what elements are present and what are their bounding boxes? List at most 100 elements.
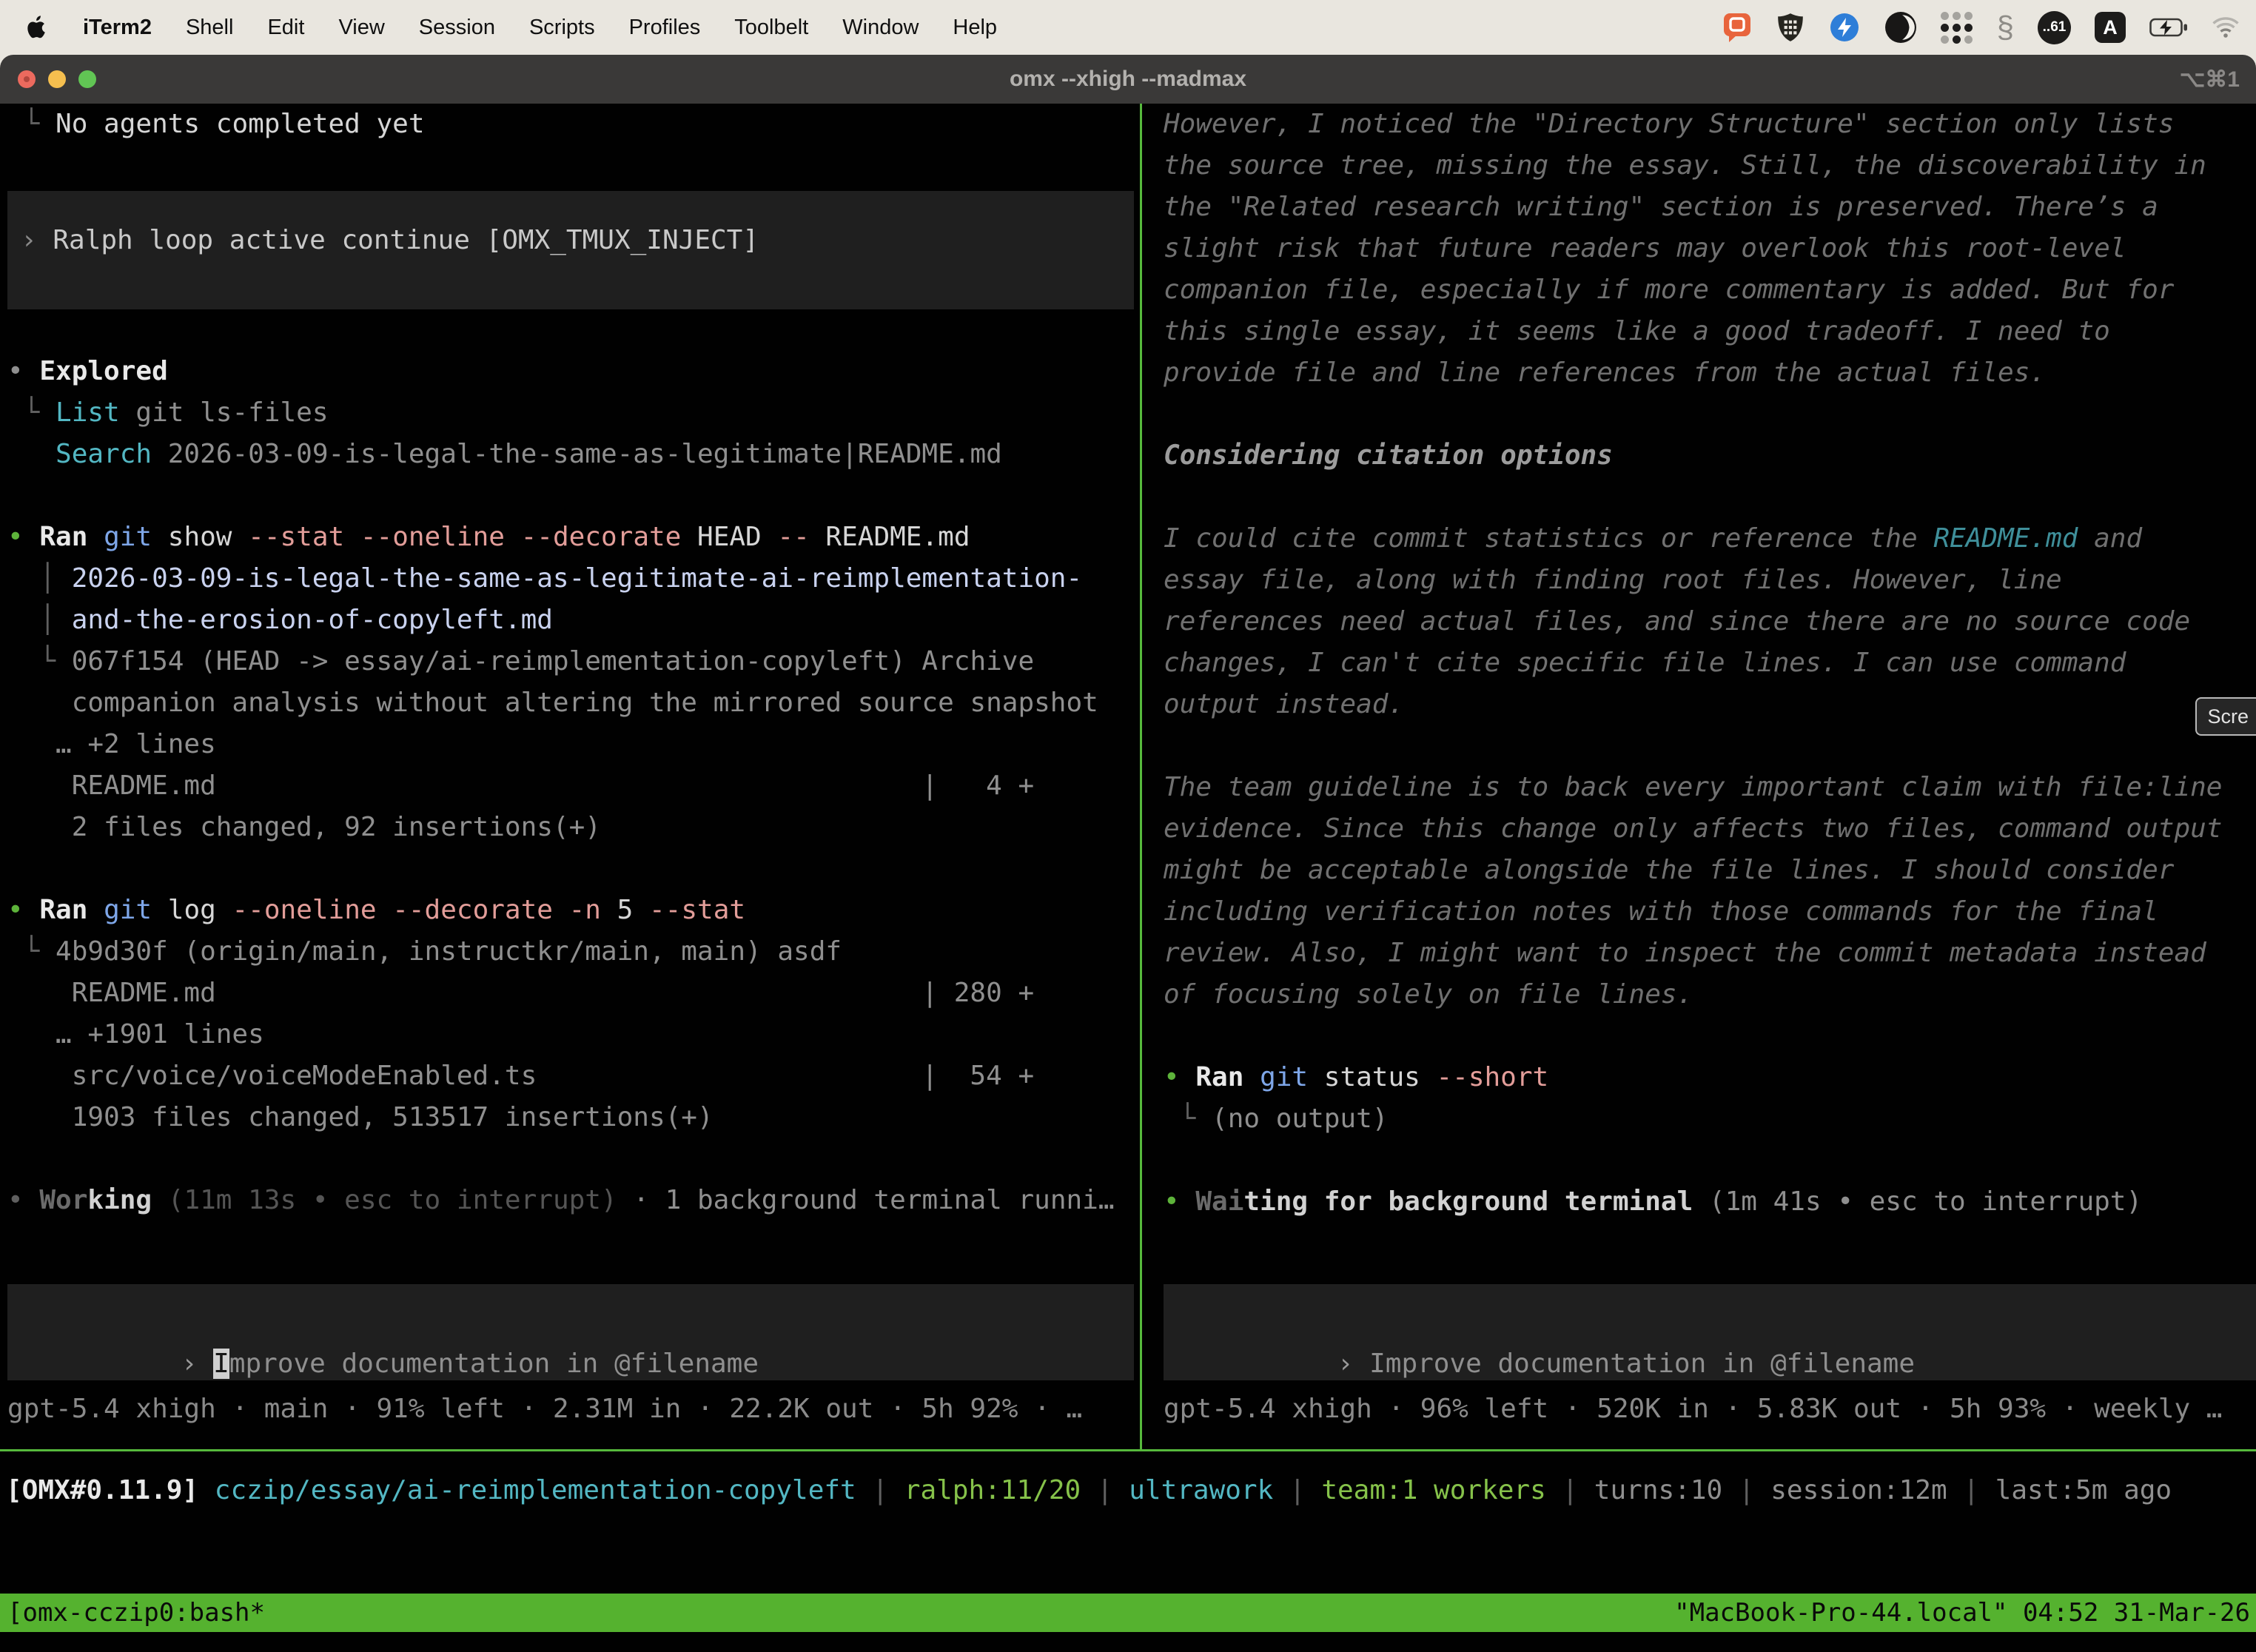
terminal-line: companion analysis without altering the … — [7, 682, 1140, 724]
menu-item-help[interactable]: Help — [953, 16, 997, 40]
terminal-line: └ 4b9d30f (origin/main, instructkr/main,… — [7, 931, 1140, 973]
terminal-line — [7, 1138, 1140, 1180]
left-prompt-input[interactable]: › Improve documentation in @filename — [7, 1284, 1134, 1380]
terminal-line: However, I noticed the "Directory Struct… — [1164, 104, 2256, 145]
macos-menu-bar: iTerm2 Shell Edit View Session Scripts Profile… — [0, 0, 2256, 55]
prompt-chevron: › — [1337, 1349, 1369, 1379]
menu-item-toolbelt[interactable]: Toolbelt — [734, 16, 808, 40]
terminal-line — [7, 848, 1140, 890]
terminal-line: review. Also, I might want to inspect th… — [1164, 933, 2256, 974]
terminal-line — [7, 475, 1140, 517]
terminal-line: README.md | 280 + — [7, 973, 1140, 1014]
battery-percent-badge-icon[interactable]: ..61 — [2038, 11, 2071, 44]
menu-item-view[interactable]: View — [338, 16, 384, 40]
menu-item-window[interactable]: Window — [842, 16, 919, 40]
terminal-line: output instead. — [1164, 684, 2256, 725]
terminal-line: I could cite commit statistics or refere… — [1164, 518, 2256, 560]
terminal-line: [OMX#0.11.9] cczip/essay/ai-reimplementa… — [6, 1470, 2256, 1511]
menu-item-iterm2[interactable]: iTerm2 — [83, 16, 152, 40]
terminal-line: Considering citation options — [1164, 435, 2256, 477]
menu-item-edit[interactable]: Edit — [267, 16, 304, 40]
window-title-bar[interactable]: omx --xhigh --madmax ⌥⌘1 — [0, 55, 2256, 104]
input-placeholder: mprove documentation in @filename — [229, 1349, 759, 1379]
screen-edge-tooltip: Scre — [2195, 697, 2256, 736]
apple-menu-icon[interactable] — [27, 14, 49, 41]
terminal-line: slight risk that future readers may over… — [1164, 228, 2256, 269]
terminal-line: Search 2026-03-09-is-legal-the-same-as-l… — [7, 434, 1140, 475]
terminal-line — [1164, 1140, 2256, 1181]
messages-icon[interactable] — [1722, 11, 1753, 44]
terminal-line: └ No agents completed yet — [7, 104, 1140, 145]
pane-divider-vertical[interactable] — [1140, 104, 1142, 1449]
terminal-line — [1164, 725, 2256, 767]
window-title: omx --xhigh --madmax — [0, 67, 2256, 92]
terminal-line: provide file and line references from th… — [1164, 352, 2256, 394]
terminal-line: README.md | 4 + — [7, 765, 1140, 807]
text-cursor: I — [213, 1349, 229, 1379]
tmux-status-bar: [omx-cczip0:bash* "MacBook-Pro-44.local"… — [0, 1594, 2256, 1632]
terminal-line — [1164, 394, 2256, 435]
terminal-viewport: └ No agents completed yet › Ralph loop a… — [0, 104, 2256, 1652]
tmux-host-clock: "MacBook-Pro-44.local" 04:52 31-Mar-26 — [1674, 1598, 2256, 1628]
shield-keypad-icon[interactable] — [1776, 12, 1805, 43]
right-pane-output: However, I noticed the "Directory Struct… — [1164, 104, 2256, 1223]
terminal-line: this single essay, it seems like a good … — [1164, 311, 2256, 352]
right-agent-pane[interactable]: However, I noticed the "Directory Struct… — [1155, 104, 2256, 1449]
terminal-line: • Ran git status --short — [1164, 1057, 2256, 1098]
screen: iTerm2 Shell Edit View Session Scripts Profile… — [0, 0, 2256, 1652]
terminal-line: … +2 lines — [7, 724, 1140, 765]
terminal-line: changes, I can't cite specific file line… — [1164, 642, 2256, 684]
menu-item-scripts[interactable]: Scripts — [529, 16, 595, 40]
wifi-icon[interactable] — [2212, 17, 2240, 38]
terminal-line: └ List git ls-files — [7, 392, 1140, 434]
terminal-line: └ 067f154 (HEAD -> essay/ai-reimplementa… — [7, 641, 1140, 682]
terminal-line: 2 files changed, 92 insertions(+) — [7, 807, 1140, 848]
crescent-icon[interactable] — [1884, 11, 1917, 44]
ralph-loop-text: Ralph loop active continue [OMX_TMUX_INJ… — [53, 225, 759, 255]
left-model-status: gpt-5.4 xhigh · main · 91% left · 2.31M … — [7, 1389, 1140, 1430]
dots-grid-icon[interactable] — [1941, 11, 1973, 44]
terminal-line: • Working (11m 13s • esc to interrupt) ·… — [7, 1180, 1140, 1221]
left-agent-pane[interactable]: └ No agents completed yet › Ralph loop a… — [0, 104, 1140, 1449]
left-pane-output: • Explored └ List git ls-files Search 20… — [7, 351, 1140, 1221]
battery-charging-icon[interactable] — [2149, 18, 2188, 37]
terminal-line: • Waiting for background terminal (1m 41… — [1164, 1181, 2256, 1223]
terminal-line: … +1901 lines — [7, 1014, 1140, 1055]
terminal-line: of focusing solely on file lines. — [1164, 974, 2256, 1015]
terminal-line: evidence. Since this change only affects… — [1164, 808, 2256, 850]
terminal-line: essay file, along with finding root file… — [1164, 560, 2256, 601]
terminal-line: src/voice/voiceModeEnabled.ts | 54 + — [7, 1055, 1140, 1097]
terminal-line — [1164, 1015, 2256, 1057]
prompt-chevron: › — [181, 1349, 213, 1379]
tmux-window-label[interactable]: [omx-cczip0:bash* — [0, 1598, 265, 1628]
left-pane-head: └ No agents completed yet — [7, 104, 1140, 145]
zap-badge-icon[interactable] — [1828, 11, 1861, 44]
s-squiggle-icon[interactable]: § — [1997, 12, 2014, 43]
right-prompt-input[interactable]: › Improve documentation in @filename — [1164, 1284, 2256, 1380]
menu-item-session[interactable]: Session — [419, 16, 495, 40]
terminal-line: • Explored — [7, 351, 1140, 392]
menu-item-shell[interactable]: Shell — [186, 16, 234, 40]
terminal-line: references need actual files, and since … — [1164, 601, 2256, 642]
terminal-line: │ and-the-erosion-of-copyleft.md — [7, 600, 1140, 641]
terminal-line: • Ran git show --stat --oneline --decora… — [7, 517, 1140, 558]
terminal-line: companion file, especially if more comme… — [1164, 269, 2256, 311]
terminal-line — [1164, 477, 2256, 518]
a-app-icon[interactable]: A — [2095, 12, 2126, 43]
status-tray: § ..61 A — [1722, 11, 2256, 44]
tab-shortcut-badge: ⌥⌘1 — [2180, 67, 2240, 93]
terminal-line: the "Related research writing" section i… — [1164, 187, 2256, 228]
terminal-line: The team guideline is to back every impo… — [1164, 767, 2256, 808]
terminal-line: • Ran git log --oneline --decorate -n 5 … — [7, 890, 1140, 931]
prompt-chevron: › — [21, 225, 53, 255]
terminal-line: might be acceptable alongside the file l… — [1164, 850, 2256, 891]
right-model-status: gpt-5.4 xhigh · 96% left · 520K in · 5.8… — [1164, 1389, 2256, 1430]
omx-session-status-bar: [OMX#0.11.9] cczip/essay/ai-reimplementa… — [6, 1470, 2256, 1511]
terminal-line: └ (no output) — [1164, 1098, 2256, 1140]
menu-items: iTerm2 Shell Edit View Session Scripts Profile… — [0, 14, 997, 41]
pane-divider-horizontal — [0, 1449, 2256, 1451]
menu-item-profiles[interactable]: Profiles — [629, 16, 701, 40]
input-placeholder: Improve documentation in @filename — [1369, 1349, 1915, 1379]
terminal-line: 1903 files changed, 513517 insertions(+) — [7, 1097, 1140, 1138]
terminal-line: │ 2026-03-09-is-legal-the-same-as-legiti… — [7, 558, 1140, 600]
